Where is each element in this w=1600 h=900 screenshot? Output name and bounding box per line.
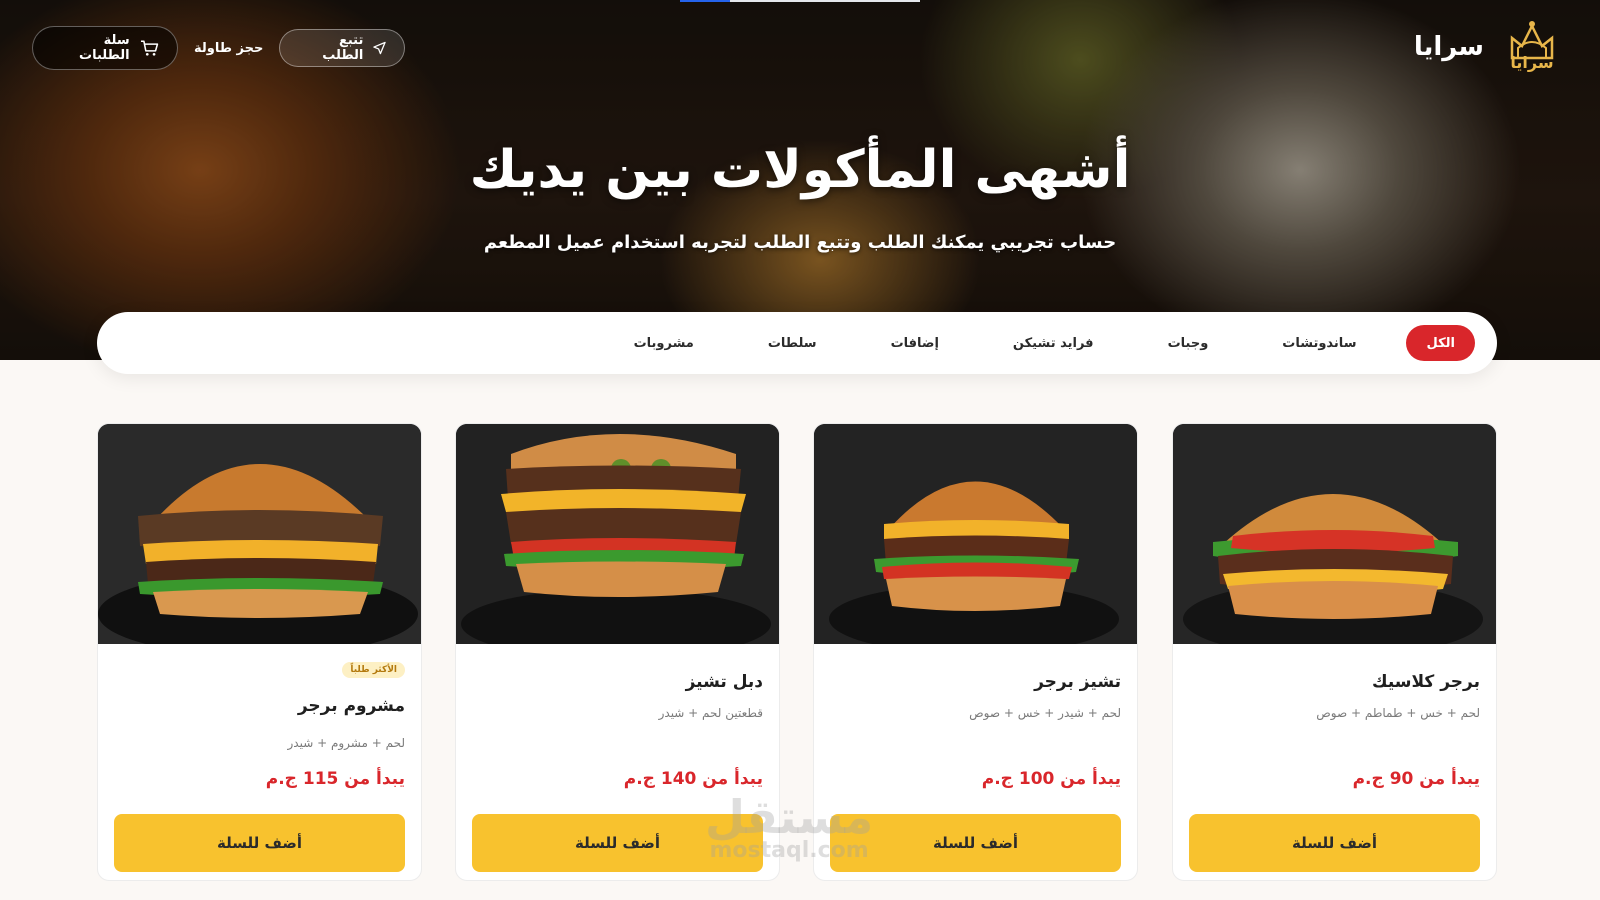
product-name: مشروم برجر (297, 696, 405, 716)
product-grid: برجر كلاسيك لحم + خس + طماطم + صوص يبدأ … (97, 423, 1497, 883)
product-details: الأكثر طلباً مشروم برجر لحم + مشروم + شي… (98, 644, 421, 880)
product-details: برجر كلاسيك لحم + خس + طماطم + صوص يبدأ … (1173, 644, 1496, 880)
track-label: تتبع الطلب (322, 33, 364, 63)
tab-extras[interactable]: إضافات (867, 325, 963, 361)
product-description: لحم + شيدر + خس + صوص (969, 706, 1121, 720)
product-name: تشيز برجر (1034, 672, 1121, 692)
product-image (456, 424, 779, 644)
cart-button[interactable]: سلة الطلبات (32, 26, 178, 70)
product-image (98, 424, 421, 644)
add-to-cart-button[interactable]: أضف للسلة (472, 814, 763, 872)
cart-label: سلة الطلبات (79, 33, 130, 63)
add-to-cart-button[interactable]: أضف للسلة (1189, 814, 1480, 872)
best-seller-badge: الأكثر طلباً (342, 662, 405, 678)
cart-icon (140, 40, 158, 56)
product-card[interactable]: تشيز برجر لحم + شيدر + خس + صوص يبدأ من … (813, 423, 1138, 881)
send-icon (373, 41, 387, 55)
brand[interactable]: سرايا سرايا (1414, 18, 1560, 76)
product-description: لحم + مشروم + شيدر (287, 736, 405, 750)
product-details: دبل تشيز قطعتين لحم + شيدر يبدأ من 140 ج… (456, 644, 779, 880)
category-tabs: الكل ساندوتشات وجبات فرايد تشيكن إضافات … (97, 312, 1497, 374)
product-name: دبل تشيز (685, 672, 763, 692)
logo-text: سرايا (1510, 53, 1554, 72)
product-image (1173, 424, 1496, 644)
product-card[interactable]: برجر كلاسيك لحم + خس + طماطم + صوص يبدأ … (1172, 423, 1497, 881)
top-progress-line (680, 0, 920, 2)
tab-sandwiches[interactable]: ساندوتشات (1258, 325, 1380, 361)
reserve-table-link[interactable]: حجز طاولة (194, 41, 263, 56)
tab-salads[interactable]: سلطات (744, 325, 841, 361)
product-image (814, 424, 1137, 644)
product-price: يبدأ من 115 ج.م (265, 769, 405, 789)
brand-name: سرايا (1413, 32, 1484, 62)
track-order-button[interactable]: تتبع الطلب (279, 29, 406, 67)
product-details: تشيز برجر لحم + شيدر + خس + صوص يبدأ من … (814, 644, 1137, 880)
product-card[interactable]: الأكثر طلباً مشروم برجر لحم + مشروم + شي… (97, 423, 422, 881)
add-to-cart-button[interactable]: أضف للسلة (114, 814, 405, 872)
product-price: يبدأ من 140 ج.م (623, 769, 763, 789)
product-description: قطعتين لحم + شيدر (658, 706, 763, 720)
hero-title: أشهى المأكولات بين يديك (469, 140, 1131, 200)
product-price: يبدأ من 90 ج.م (1352, 769, 1480, 789)
add-to-cart-button[interactable]: أضف للسلة (830, 814, 1121, 872)
tab-drinks[interactable]: مشروبات (610, 325, 718, 361)
brand-logo: سرايا (1504, 18, 1560, 76)
hero-subtitle: حساب تجريبي يمكنك الطلب وتتبع الطلب لتجر… (483, 232, 1117, 253)
tab-meals[interactable]: وجبات (1144, 325, 1233, 361)
product-description: لحم + خس + طماطم + صوص (1316, 706, 1480, 720)
tab-all[interactable]: الكل (1406, 325, 1475, 361)
tab-fried-chicken[interactable]: فرايد تشيكن (989, 325, 1118, 361)
nav-actions: سلة الطلبات حجز طاولة تتبع الطلب (32, 26, 406, 70)
product-price: يبدأ من 100 ج.م (981, 769, 1121, 789)
product-name: برجر كلاسيك (1372, 672, 1480, 692)
product-card[interactable]: دبل تشيز قطعتين لحم + شيدر يبدأ من 140 ج… (455, 423, 780, 881)
